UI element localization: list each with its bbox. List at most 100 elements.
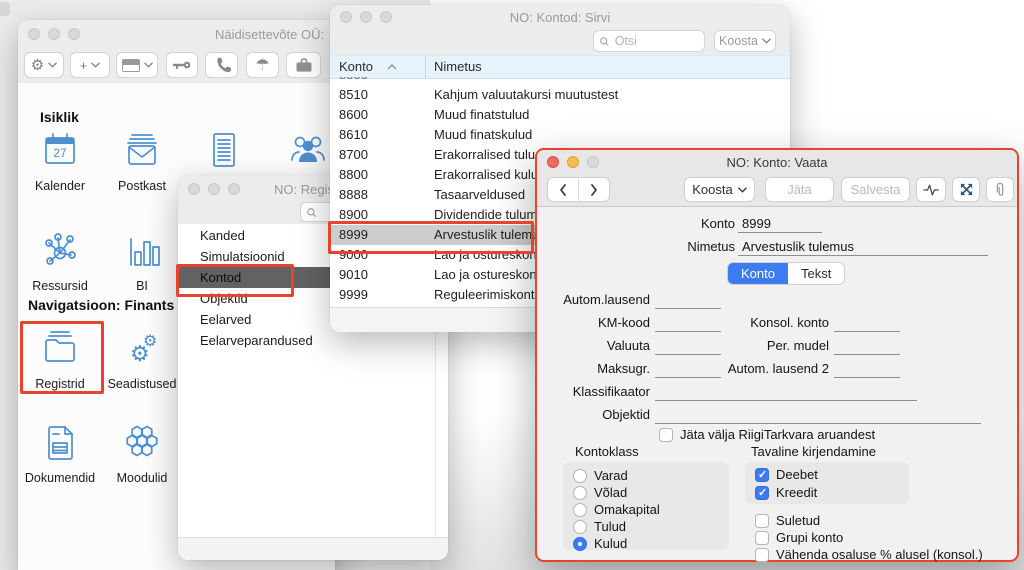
maksugr-field[interactable]: [655, 377, 721, 378]
chevron-right-icon: [589, 183, 599, 197]
app-bi[interactable]: BI: [104, 229, 180, 293]
koosta-dropdown-button[interactable]: Koosta: [684, 177, 755, 202]
riigitarkvara-option[interactable]: Jäta välja RiigiTarkvara aruandest: [659, 427, 875, 442]
close-button[interactable]: [28, 28, 40, 40]
autom-lausend-field[interactable]: [655, 308, 721, 309]
volad-radio[interactable]: [573, 486, 587, 500]
record-navigation: [547, 177, 610, 202]
app-dokumendid[interactable]: Dokumendid: [22, 421, 98, 485]
phone-button[interactable]: [205, 52, 238, 78]
account-window-chrome: NO: Konto: Vaata Koosta Jäta Salvesta: [537, 150, 1017, 207]
chevron-down-icon: [48, 62, 57, 68]
deebet-checkbox[interactable]: [755, 468, 769, 482]
briefcase-button[interactable]: [286, 52, 321, 78]
valuuta-field[interactable]: [655, 354, 721, 355]
per-mudel-field[interactable]: [834, 354, 900, 355]
konto-value: 8999: [742, 216, 771, 231]
radio-option-volad[interactable]: Võlad: [573, 485, 627, 500]
chevron-down-icon: [144, 62, 153, 68]
sort-ascending-icon: [387, 64, 397, 70]
per-mudel-label: Per. mudel: [715, 338, 829, 353]
tab-tekst[interactable]: Tekst: [788, 263, 844, 284]
window-dropdown-button[interactable]: [116, 52, 158, 78]
expand-button[interactable]: [952, 177, 980, 202]
table-header[interactable]: Konto Nimetus: [330, 55, 790, 79]
check-option-suletud[interactable]: Suletud: [755, 513, 820, 528]
autom-lausend2-field[interactable]: [834, 377, 900, 378]
section-heading-personal: Isiklik: [40, 109, 79, 125]
minimize-button[interactable]: [48, 28, 60, 40]
bar-chart-icon: [119, 229, 165, 273]
grupi-konto-checkbox[interactable]: [755, 531, 769, 545]
previous-record-button[interactable]: [548, 178, 578, 201]
mailbox-icon: [119, 129, 165, 173]
phone-icon: [213, 56, 231, 74]
koosta-dropdown-button[interactable]: Koosta: [714, 30, 776, 52]
app-seadistused[interactable]: ⚙ ⚙ Seadistused: [104, 327, 180, 391]
kreedit-checkbox[interactable]: [755, 486, 769, 500]
konto-field[interactable]: [738, 232, 822, 233]
umbrella-button[interactable]: ☂: [246, 52, 279, 78]
kulud-radio[interactable]: [573, 537, 587, 551]
key-button[interactable]: [166, 52, 198, 78]
network-icon: [37, 229, 83, 273]
check-option-grupi-konto[interactable]: Grupi konto: [755, 530, 843, 545]
accounts-search-input[interactable]: [613, 33, 699, 49]
briefcase-icon: [294, 55, 314, 75]
annotation-box-kontod-item: [176, 264, 294, 297]
next-record-button[interactable]: [578, 178, 609, 201]
column-header-nimetus[interactable]: Nimetus: [425, 56, 790, 78]
tab-konto[interactable]: Konto: [728, 263, 788, 284]
radio-option-varad[interactable]: Varad: [573, 468, 628, 483]
radio-option-kulud[interactable]: Kulud: [573, 536, 627, 551]
activity-button[interactable]: [916, 177, 946, 202]
objektid-field[interactable]: [655, 423, 981, 424]
app-ressursid[interactable]: Ressursid: [22, 229, 98, 293]
salvesta-button[interactable]: Salvesta: [841, 177, 910, 202]
suletud-checkbox[interactable]: [755, 514, 769, 528]
app-document-list[interactable]: [186, 129, 262, 178]
radio-option-omakapital[interactable]: Omakapital: [573, 502, 660, 517]
check-option-vahenda-osaluse[interactable]: Vähenda osaluse % alusel (konsol.): [755, 547, 983, 562]
check-option-kreedit[interactable]: Kreedit: [755, 485, 817, 500]
table-row[interactable]: 8610Muud finatskulud: [330, 125, 790, 145]
hexagons-icon: [119, 421, 165, 465]
section-heading-navigation: Navigatsioon: Finants: [28, 297, 174, 313]
settings-dropdown-button[interactable]: ⚙: [24, 52, 64, 78]
konsol-konto-field[interactable]: [834, 331, 900, 332]
add-dropdown-button[interactable]: +: [70, 52, 110, 78]
vahenda-osaluse-checkbox[interactable]: [755, 548, 769, 562]
app-moodulid[interactable]: Moodulid: [104, 421, 180, 485]
svg-text:⚙: ⚙: [143, 331, 157, 350]
table-row[interactable]: 8600Muud finatstulud: [330, 105, 790, 125]
radio-option-tulud[interactable]: Tulud: [573, 519, 626, 534]
column-header-konto[interactable]: Konto: [330, 56, 425, 78]
app-postkast[interactable]: Postkast: [104, 129, 180, 193]
desktop: Näidisettevõte OÜ: ⚙ +: [0, 0, 1024, 570]
zoom-button[interactable]: [68, 28, 80, 40]
list-item-eelarveparandused[interactable]: Eelarveparandused: [178, 330, 448, 351]
nimetus-label: Nimetus: [585, 239, 735, 254]
app-kalender[interactable]: 27 Kalender: [22, 129, 98, 193]
varad-radio[interactable]: [573, 469, 587, 483]
paperclip-icon: [993, 182, 1007, 198]
plus-icon: +: [80, 58, 88, 73]
table-row[interactable]: 8500Kasum valuutakursi muutustest: [330, 77, 790, 85]
chevron-down-icon: [738, 187, 747, 193]
document-list-icon: [201, 129, 247, 173]
omakapital-radio[interactable]: [573, 503, 587, 517]
klassifikaator-field[interactable]: [655, 400, 917, 401]
riigitarkvara-checkbox[interactable]: [659, 428, 673, 442]
registers-window-footer: [178, 537, 448, 560]
nimetus-field[interactable]: [738, 255, 988, 256]
attachment-button[interactable]: [986, 177, 1014, 202]
jata-button[interactable]: Jäta: [765, 177, 834, 202]
window-title: NO: Konto: Vaata: [537, 155, 1017, 170]
tulud-radio[interactable]: [573, 520, 587, 534]
kontoklass-panel: Varad Võlad Omakapital Tulud Kulud: [563, 462, 729, 550]
accounts-search-field[interactable]: [593, 30, 705, 52]
km-kood-field[interactable]: [655, 331, 721, 332]
chevron-left-icon: [558, 183, 568, 197]
table-row[interactable]: 8510Kahjum valuutakursi muutustest: [330, 85, 790, 105]
check-option-deebet[interactable]: Deebet: [755, 467, 818, 482]
